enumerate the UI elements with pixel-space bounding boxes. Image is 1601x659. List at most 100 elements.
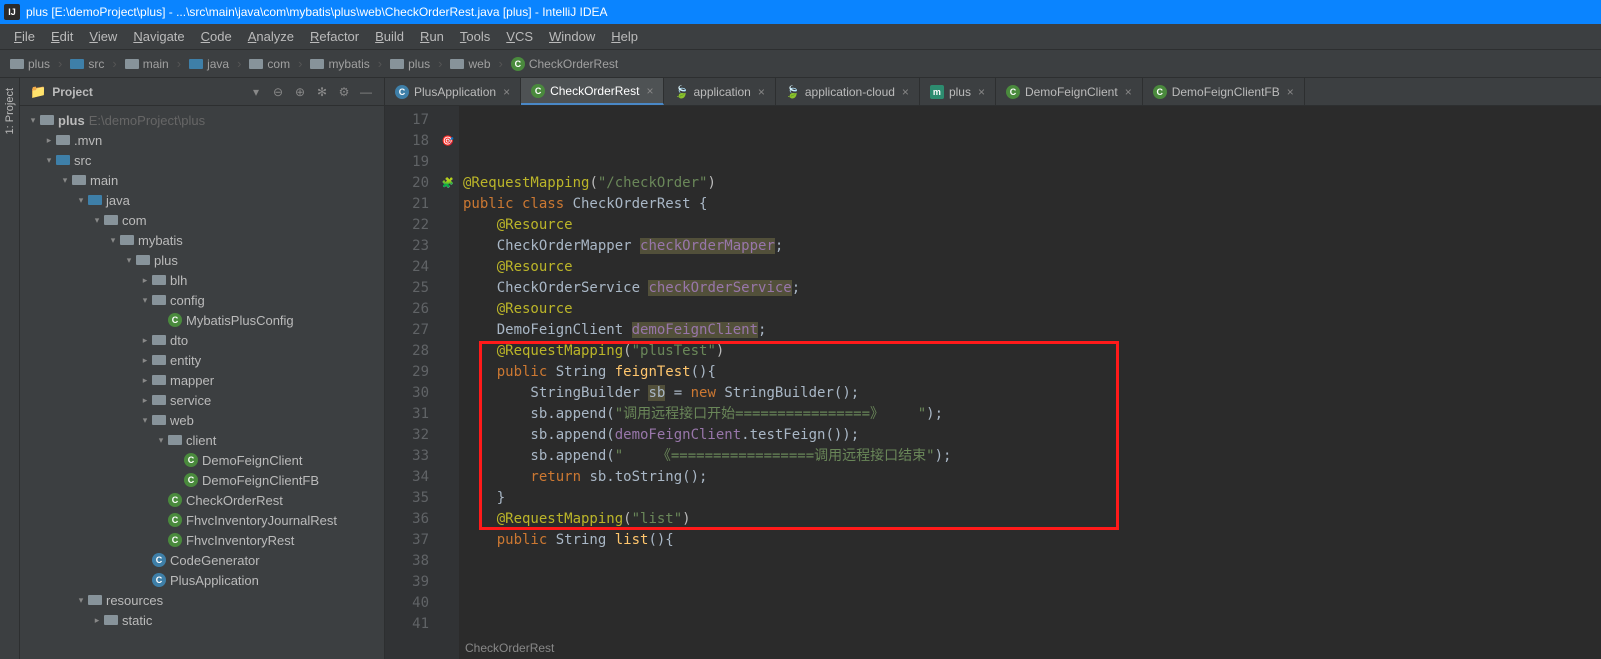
editor-breadcrumb[interactable]: CheckOrderRest (459, 639, 560, 659)
code-line[interactable]: CheckOrderService checkOrderService; (459, 278, 1601, 299)
tree-row[interactable]: CCheckOrderRest (20, 490, 384, 510)
tree-twisty-icon[interactable]: ▸ (42, 135, 56, 146)
tree-row[interactable]: ▸.mvn (20, 130, 384, 150)
tree-row[interactable]: ▾src (20, 150, 384, 170)
chevron-down-icon[interactable]: ▾ (248, 84, 264, 100)
hide-icon[interactable]: — (358, 84, 374, 100)
tree-row[interactable]: ▾client (20, 430, 384, 450)
editor-tab[interactable]: 🍃application× (664, 78, 775, 105)
tree-row[interactable]: ▾main (20, 170, 384, 190)
breadcrumb-item[interactable]: plus (390, 57, 430, 71)
code-line[interactable]: public class CheckOrderRest { (459, 194, 1601, 215)
tree-row[interactable]: CMybatisPlusConfig (20, 310, 384, 330)
close-icon[interactable]: × (978, 85, 985, 99)
menu-item-view[interactable]: View (81, 27, 125, 46)
menu-item-file[interactable]: File (6, 27, 43, 46)
menu-item-build[interactable]: Build (367, 27, 412, 46)
menu-item-code[interactable]: Code (193, 27, 240, 46)
tree-row[interactable]: ▸service (20, 390, 384, 410)
code-lines[interactable]: @RequestMapping("/checkOrder")public cla… (459, 106, 1601, 659)
tree-row[interactable]: CDemoFeignClientFB (20, 470, 384, 490)
tree-twisty-icon[interactable]: ▾ (122, 255, 136, 266)
tree-row[interactable]: ▾config (20, 290, 384, 310)
code-line[interactable]: public String feignTest(){ (459, 362, 1601, 383)
editor-tab[interactable]: mplus× (920, 78, 996, 105)
locate-icon[interactable]: ⊕ (292, 84, 308, 100)
close-icon[interactable]: × (503, 85, 510, 99)
tree-twisty-icon[interactable]: ▸ (138, 275, 152, 286)
code-line[interactable]: sb.append("调用远程接口开始================》 "); (459, 404, 1601, 425)
breadcrumb-item[interactable]: main (125, 57, 169, 71)
tree-row[interactable]: ▾plus (20, 250, 384, 270)
project-tool-tab[interactable]: 1: Project (4, 88, 16, 134)
code-line[interactable]: } (459, 488, 1601, 509)
code-line[interactable]: CheckOrderMapper checkOrderMapper; (459, 236, 1601, 257)
menu-item-help[interactable]: Help (603, 27, 646, 46)
tree-twisty-icon[interactable]: ▾ (58, 175, 72, 186)
menu-item-edit[interactable]: Edit (43, 27, 81, 46)
tree-row[interactable]: CFhvcInventoryRest (20, 530, 384, 550)
tree-row[interactable]: CFhvcInventoryJournalRest (20, 510, 384, 530)
tree-twisty-icon[interactable]: ▾ (138, 295, 152, 306)
code-line[interactable]: StringBuilder sb = new StringBuilder(); (459, 383, 1601, 404)
code-line[interactable]: public String list(){ (459, 530, 1601, 551)
code-line[interactable]: @RequestMapping("list") (459, 509, 1601, 530)
tree-row[interactable]: CDemoFeignClient (20, 450, 384, 470)
breadcrumb-item[interactable]: src (70, 57, 104, 71)
close-icon[interactable]: × (758, 85, 765, 99)
code-line[interactable]: return sb.toString(); (459, 467, 1601, 488)
tree-twisty-icon[interactable]: ▸ (138, 395, 152, 406)
tree-twisty-icon[interactable]: ▾ (106, 235, 120, 246)
breadcrumb-item[interactable]: CCheckOrderRest (511, 57, 618, 71)
tree-row[interactable]: ▸entity (20, 350, 384, 370)
breadcrumb-item[interactable]: java (189, 57, 229, 71)
tree-twisty-icon[interactable]: ▸ (90, 615, 104, 626)
close-icon[interactable]: × (1125, 85, 1132, 99)
tree-row[interactable]: ▾java (20, 190, 384, 210)
breadcrumb-item[interactable]: mybatis (310, 57, 369, 71)
code-line[interactable]: @Resource (459, 299, 1601, 320)
tree-twisty-icon[interactable]: ▾ (74, 195, 88, 206)
close-icon[interactable]: × (902, 85, 909, 99)
tree-row[interactable]: ▸blh (20, 270, 384, 290)
menu-item-refactor[interactable]: Refactor (302, 27, 367, 46)
code-line[interactable]: DemoFeignClient demoFeignClient; (459, 320, 1601, 341)
editor-tab[interactable]: CDemoFeignClient× (996, 78, 1143, 105)
collapse-icon[interactable]: ⊖ (270, 84, 286, 100)
code-editor[interactable]: 1718192021222324252627282930313233343536… (385, 106, 1601, 659)
editor-tab[interactable]: CPlusApplication× (385, 78, 521, 105)
tree-row[interactable]: ▾plusE:\demoProject\plus (20, 110, 384, 130)
tree-twisty-icon[interactable]: ▸ (138, 335, 152, 346)
breadcrumb-item[interactable]: com (249, 57, 290, 71)
tree-twisty-icon[interactable]: ▾ (90, 215, 104, 226)
tree-twisty-icon[interactable]: ▸ (138, 355, 152, 366)
tree-row[interactable]: CPlusApplication (20, 570, 384, 590)
menu-item-window[interactable]: Window (541, 27, 603, 46)
gear-icon[interactable]: ⚙ (336, 84, 352, 100)
menu-item-run[interactable]: Run (412, 27, 452, 46)
menu-item-navigate[interactable]: Navigate (125, 27, 192, 46)
tree-twisty-icon[interactable]: ▾ (154, 435, 168, 446)
editor-tab[interactable]: CDemoFeignClientFB× (1143, 78, 1305, 105)
tree-row[interactable]: ▾mybatis (20, 230, 384, 250)
code-line[interactable]: @Resource (459, 215, 1601, 236)
code-line[interactable]: sb.append(" 《=================调用远程接口结束")… (459, 446, 1601, 467)
tree-row[interactable]: ▸dto (20, 330, 384, 350)
code-line[interactable]: @RequestMapping("plusTest") (459, 341, 1601, 362)
project-tree[interactable]: ▾plusE:\demoProject\plus▸.mvn▾src▾main▾j… (20, 106, 384, 659)
menu-item-tools[interactable]: Tools (452, 27, 498, 46)
tree-twisty-icon[interactable]: ▸ (138, 375, 152, 386)
code-line[interactable]: sb.append(demoFeignClient.testFeign()); (459, 425, 1601, 446)
tree-row[interactable]: ▾web (20, 410, 384, 430)
menu-item-analyze[interactable]: Analyze (240, 27, 302, 46)
menu-item-vcs[interactable]: VCS (498, 27, 541, 46)
tree-twisty-icon[interactable]: ▾ (74, 595, 88, 606)
breadcrumb-item[interactable]: plus (10, 57, 50, 71)
close-icon[interactable]: × (646, 84, 653, 98)
tree-row[interactable]: ▾resources (20, 590, 384, 610)
editor-tab[interactable]: 🍃application-cloud× (776, 78, 920, 105)
editor-tab[interactable]: CCheckOrderRest× (521, 78, 664, 105)
tree-row[interactable]: ▸static (20, 610, 384, 630)
tree-row[interactable]: ▾com (20, 210, 384, 230)
tree-twisty-icon[interactable]: ▾ (138, 415, 152, 426)
